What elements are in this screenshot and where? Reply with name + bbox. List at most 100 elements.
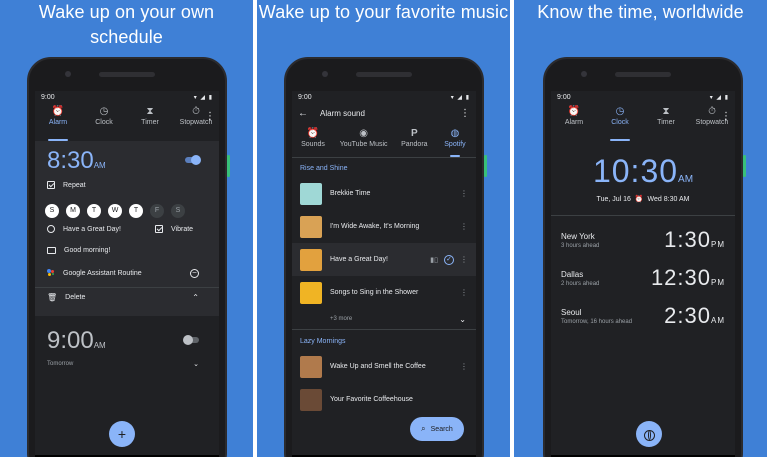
status-time: 9:00 — [298, 93, 312, 101]
song-item[interactable]: I'm Wide Awake, It's Morning ⋮ — [292, 210, 476, 243]
google-assistant-icon — [47, 269, 55, 277]
city-row[interactable]: New York 3 hours ahead 1:30PM — [551, 221, 735, 259]
status-bar: 9:00 ▾ ◢ ▮ — [551, 91, 735, 103]
city-row[interactable]: Seoul Tomorrow, 16 hours ahead 2:30AM — [551, 297, 735, 335]
day-selector: SMTWTFS — [45, 199, 192, 218]
delete-row[interactable]: 🗑 Delete ⌃ — [47, 293, 199, 302]
city-ampm: AM — [711, 316, 725, 325]
label-row[interactable]: Good morning! — [47, 247, 110, 254]
song-title: I'm Wide Awake, It's Morning — [330, 223, 420, 230]
tab-label: Alarm — [564, 119, 584, 126]
status-icons: ▾ ◢ ▮ — [450, 94, 470, 101]
clock-icon: ◷ — [615, 106, 625, 117]
day-thursday[interactable]: T — [129, 204, 143, 218]
day-tuesday[interactable]: T — [87, 204, 101, 218]
side-button — [743, 155, 746, 177]
more-vert-icon[interactable]: ⋮ — [460, 362, 468, 371]
song-item[interactable]: Songs to Sing in the Shower ⋮ — [292, 276, 476, 309]
tab-label: Timer — [657, 119, 675, 126]
alarm-icon: ⏰ — [51, 106, 65, 117]
remove-circle-icon[interactable]: − — [190, 268, 199, 278]
tab-youtube-music[interactable]: ◉ YouTube Music — [339, 127, 389, 153]
more-vert-icon[interactable]: ⋮ — [721, 111, 731, 122]
alarm-toggle[interactable] — [185, 155, 201, 165]
tab-label: Sounds — [301, 141, 325, 148]
spotify-icon — [47, 225, 55, 233]
day-sunday[interactable]: S — [45, 204, 59, 218]
more-vert-icon[interactable]: ⋮ — [205, 111, 215, 122]
song-item[interactable]: Brekkie Time ⋮ — [292, 177, 476, 210]
song-item[interactable]: Your Favorite Coffeehouse — [292, 383, 476, 416]
city-offset: Tomorrow, 16 hours ahead — [561, 318, 633, 325]
city-name: New York — [561, 231, 595, 241]
assistant-row[interactable]: Google Assistant Routine − — [47, 268, 199, 278]
tabs-divider — [292, 157, 476, 158]
city-info: Seoul Tomorrow, 16 hours ahead — [561, 308, 632, 325]
status-bar: 9:00 ▾ ◢ ▮ — [292, 91, 476, 103]
chevron-up-icon[interactable]: ⌃ — [192, 293, 199, 302]
status-icons: ▾ ◢ ▮ — [193, 94, 213, 101]
city-info: Dallas 2 hours ahead — [561, 270, 599, 287]
album-art — [300, 388, 322, 411]
tab-sounds[interactable]: ⏰ Sounds — [298, 127, 328, 153]
repeat-checkbox[interactable] — [47, 181, 55, 189]
tab-clock[interactable]: ◷ Clock — [84, 105, 124, 137]
more-vert-icon[interactable]: ⋮ — [460, 189, 468, 198]
vibrate-row[interactable]: Vibrate — [155, 225, 193, 233]
alarm-time[interactable]: 8:30AM — [47, 147, 106, 175]
city-time: 2:30AM — [664, 303, 725, 329]
chevron-down-icon[interactable]: ⌄ — [193, 360, 199, 368]
more-vert-icon[interactable]: ⋮ — [460, 108, 470, 119]
alarm-toggle[interactable] — [183, 335, 199, 345]
alarm-card-expanded[interactable]: 8:30AM Repeat SMTWTFS Have a Great Day! — [35, 141, 219, 316]
day-monday[interactable]: M — [66, 204, 80, 218]
song-title: Your Favorite Coffeehouse — [330, 396, 413, 403]
city-time-value: 2:30 — [664, 303, 711, 328]
day-friday[interactable]: F — [150, 204, 164, 218]
more-vert-icon[interactable]: ⋮ — [460, 255, 468, 264]
pandora-icon: P — [410, 128, 418, 139]
add-city-button[interactable] — [636, 421, 662, 447]
song-title: Brekkie Time — [330, 190, 371, 197]
alarm-card-collapsed[interactable]: 9:00AM Tomorrow ⌄ — [35, 327, 219, 377]
tab-pandora[interactable]: P Pandora — [399, 127, 429, 153]
song-item[interactable]: Wake Up and Smell the Coffee ⋮ — [292, 350, 476, 383]
divider — [35, 287, 219, 288]
vibrate-label: Vibrate — [171, 225, 194, 233]
tab-label: Spotify — [444, 141, 466, 148]
phone-frame: 9:00 ▾ ◢ ▮ ← Alarm sound ⋮ ⏰ Sounds ◉ Yo… — [284, 57, 487, 457]
globe-icon — [643, 429, 655, 441]
alarm-time-value: 8:30 — [47, 147, 94, 174]
delete-label: Delete — [65, 294, 86, 301]
tab-spotify[interactable]: ◍ Spotify — [440, 127, 470, 157]
vibrate-checkbox[interactable] — [155, 225, 163, 233]
day-saturday[interactable]: S — [171, 204, 185, 218]
alarm-subtitle: Tomorrow — [47, 361, 74, 367]
tab-timer[interactable]: ⧗ Timer — [646, 105, 686, 137]
repeat-row[interactable]: Repeat — [47, 181, 86, 189]
add-alarm-button[interactable]: + — [109, 421, 135, 447]
song-item-selected[interactable]: Have a Great Day! ▮▯ ✓ ⋮ — [292, 243, 476, 276]
search-label: Search — [430, 425, 453, 433]
sound-row[interactable]: Have a Great Day! — [47, 225, 121, 233]
tab-timer[interactable]: ⧗ Timer — [130, 105, 170, 137]
section-header: Lazy Mornings — [300, 338, 346, 345]
city-row[interactable]: Dallas 2 hours ahead 12:30PM — [551, 259, 735, 297]
album-art — [300, 355, 322, 378]
more-vert-icon[interactable]: ⋮ — [460, 288, 468, 297]
assistant-label: Google Assistant Routine — [63, 269, 142, 277]
city-time: 1:30PM — [664, 227, 725, 253]
tab-alarm[interactable]: ⏰ Alarm — [554, 105, 594, 137]
tab-bar: ⏰ Alarm ◷ Clock ⧗ Timer ⏱ Stopwatch ⋮ — [35, 103, 219, 141]
divider — [551, 215, 735, 216]
side-button — [484, 155, 487, 177]
tab-clock[interactable]: ◷ Clock — [600, 105, 640, 141]
search-button[interactable]: ⌕ Search — [410, 417, 464, 441]
day-wednesday[interactable]: W — [108, 204, 122, 218]
tab-alarm[interactable]: ⏰ Alarm — [38, 105, 78, 141]
arrow-back-icon[interactable]: ← — [298, 108, 308, 119]
toggle-knob — [183, 335, 193, 345]
alarm-time[interactable]: 9:00AM — [47, 327, 106, 355]
show-more-row[interactable]: +3 more ⌄ — [292, 309, 476, 329]
more-vert-icon[interactable]: ⋮ — [460, 222, 468, 231]
